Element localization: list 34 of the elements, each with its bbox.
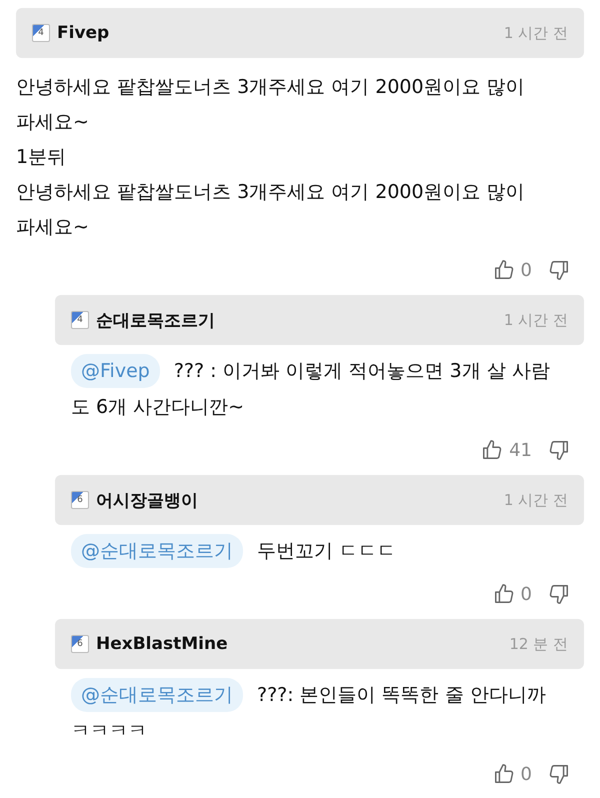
- timestamp: 1 시간 전: [504, 490, 568, 510]
- author-name[interactable]: Fivep: [57, 23, 110, 43]
- like-count: 41: [509, 440, 532, 460]
- comment-text: 도 6개 사간다니깐~: [71, 395, 246, 420]
- timestamp: 1 시간 전: [504, 310, 568, 330]
- thumbs-up-icon[interactable]: [492, 583, 515, 605]
- timestamp: 1 시간 전: [504, 24, 568, 42]
- thumbs-up-icon[interactable]: [492, 763, 515, 785]
- like-count: 0: [520, 260, 532, 280]
- comment-text: ??? : 이거봐 이렇게 적어놓으면 3개 살 사람: [174, 359, 550, 384]
- timestamp: 12 분 전: [509, 634, 568, 654]
- thumbs-down-icon[interactable]: [548, 583, 570, 605]
- author-name[interactable]: 어시장골뱅이: [96, 488, 198, 512]
- comment-text: 파세요~: [16, 215, 90, 240]
- author-name[interactable]: 순대로목조르기: [96, 308, 215, 332]
- thumbs-down-icon[interactable]: [548, 439, 570, 461]
- level-badge: 6: [71, 491, 89, 509]
- comment-text: ???: 본인들이 똑똑한 줄 안다니까: [257, 683, 546, 708]
- author-name[interactable]: HexBlastMine: [96, 634, 228, 654]
- like-count: 0: [520, 764, 532, 784]
- level-badge: 6: [71, 635, 89, 653]
- like-count: 0: [520, 584, 532, 604]
- comment-text: 안녕하세요 팥찹쌀도너츠 3개주세요 여기 2000원이요 많이: [16, 75, 526, 100]
- thumbs-down-icon[interactable]: [548, 763, 570, 785]
- comment-text: 파세요~: [16, 110, 90, 135]
- level-badge: 4: [32, 24, 50, 42]
- comment-text: 1분뒤: [16, 145, 68, 170]
- thumbs-up-icon[interactable]: [481, 439, 504, 461]
- comment-text: 두번꼬기 ㄷㄷㄷ: [257, 539, 396, 564]
- comment-text: ㅋㅋㅋㅋ: [71, 719, 148, 744]
- comment-text: 안녕하세요 팥찹쌀도너츠 3개주세요 여기 2000원이요 많이: [16, 180, 526, 205]
- thumbs-up-icon[interactable]: [492, 259, 515, 281]
- thumbs-down-icon[interactable]: [548, 259, 570, 281]
- level-badge: 4: [71, 311, 89, 329]
